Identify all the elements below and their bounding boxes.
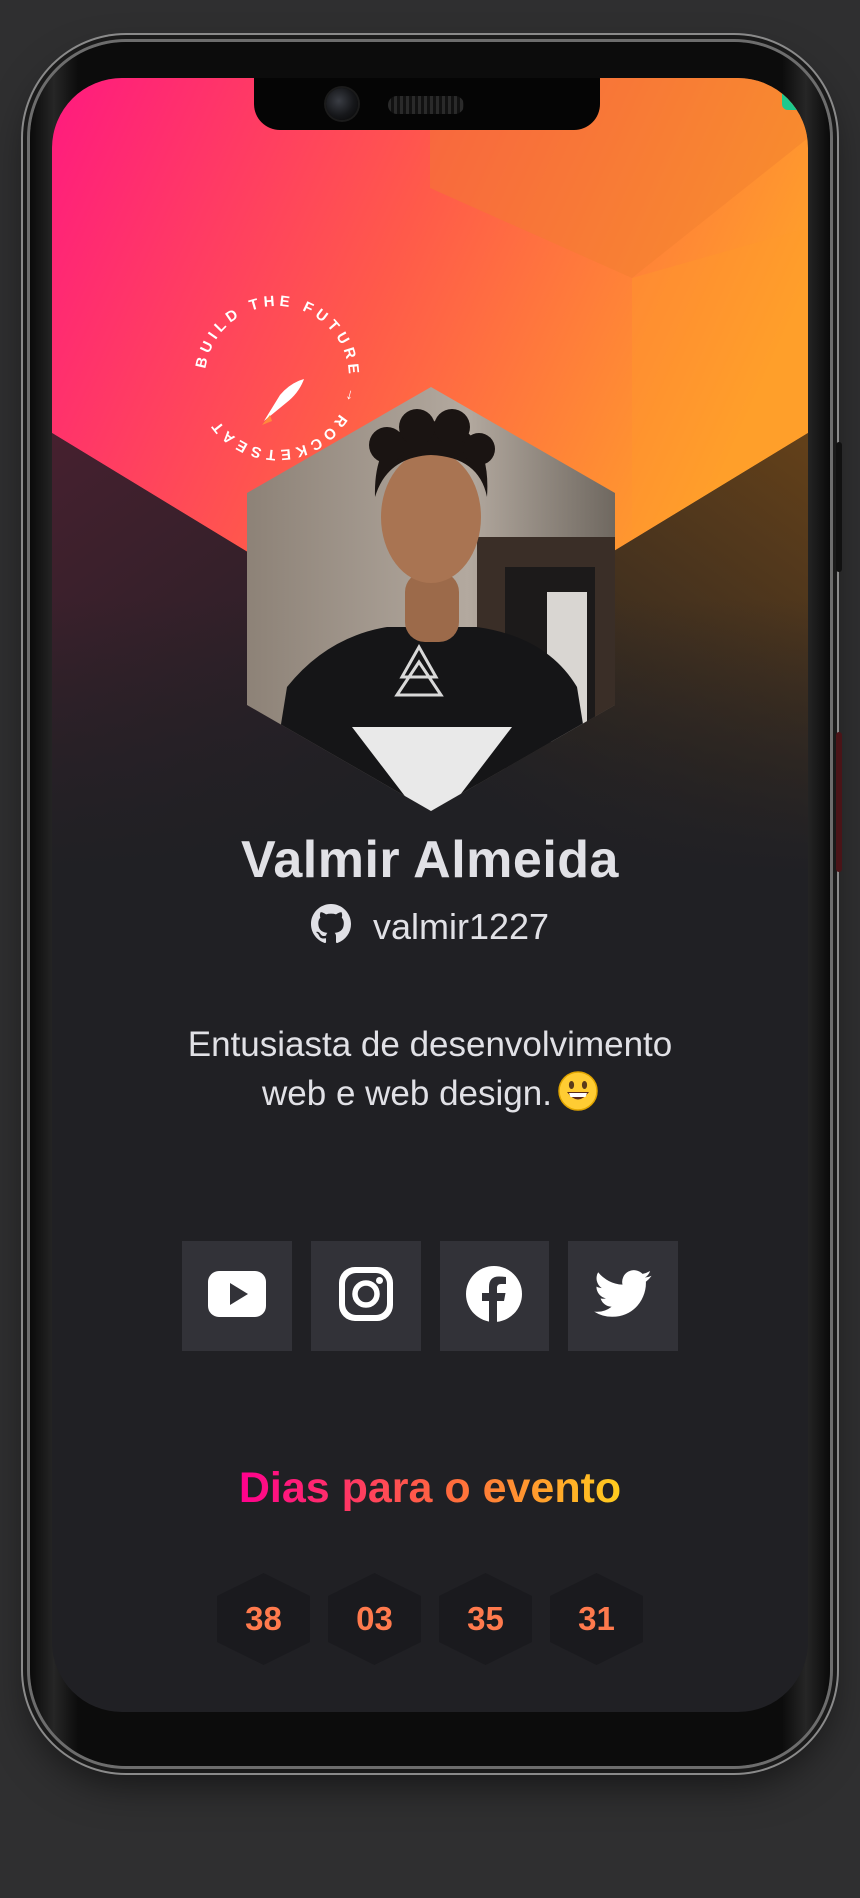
instagram-icon bbox=[337, 1265, 395, 1328]
speaker-grille bbox=[388, 96, 464, 114]
profile-bio: Entusiasta de desenvolvimento web e web … bbox=[172, 1020, 688, 1124]
profile-name: Valmir Almeida bbox=[241, 831, 619, 889]
stamp-text: BUILD THE FUTURE → ROCKETSEAT bbox=[193, 293, 358, 464]
countdown-value: 35 bbox=[467, 1600, 504, 1637]
countdown-days: 38 bbox=[217, 1573, 310, 1665]
phone-screen: BUILD THE FUTURE → ROCKETSEAT Valmir Alm… bbox=[52, 78, 808, 1712]
phone-side-button bbox=[836, 442, 842, 572]
hero-background: BUILD THE FUTURE → ROCKETSEAT bbox=[52, 78, 808, 878]
bio-line-1: Entusiasta de desenvolvimento bbox=[187, 1025, 673, 1064]
phone-side-button bbox=[836, 732, 842, 872]
camera-icon bbox=[326, 88, 358, 120]
smile-emoji-icon bbox=[558, 1071, 598, 1124]
countdown-seconds: 31 bbox=[550, 1573, 643, 1665]
bio-line-2-text: web e web design. bbox=[262, 1074, 552, 1113]
countdown-value: 03 bbox=[356, 1600, 393, 1637]
facebook-icon bbox=[465, 1265, 523, 1328]
phone-notch bbox=[254, 78, 600, 130]
rocketseat-stamp: BUILD THE FUTURE → ROCKETSEAT bbox=[182, 283, 372, 473]
status-indicator bbox=[782, 84, 808, 110]
countdown-value: 31 bbox=[578, 1600, 615, 1637]
svg-text:BUILD THE FUTURE → ROCKETSEAT: BUILD THE FUTURE → ROCKETSEAT bbox=[193, 293, 363, 464]
twitter-button[interactable] bbox=[568, 1241, 678, 1351]
social-links bbox=[182, 1241, 678, 1351]
countdown-title-text: Dias para o evento bbox=[238, 1464, 622, 1512]
countdown-value: 38 bbox=[245, 1600, 282, 1637]
bio-line-2: web e web design. bbox=[172, 1069, 688, 1124]
youtube-button[interactable] bbox=[182, 1241, 292, 1351]
countdown-title: Dias para o evento bbox=[52, 1464, 808, 1513]
github-username: valmir1227 bbox=[372, 905, 550, 947]
youtube-icon bbox=[207, 1270, 266, 1322]
countdown-minutes: 35 bbox=[439, 1573, 532, 1665]
countdown-timer: 38 03 35 31 bbox=[217, 1573, 643, 1665]
github-icon bbox=[310, 904, 351, 949]
instagram-button[interactable] bbox=[310, 1241, 421, 1351]
countdown-hours: 03 bbox=[328, 1573, 421, 1665]
twitter-icon bbox=[594, 1269, 652, 1323]
github-link[interactable]: valmir1227 bbox=[52, 904, 808, 949]
facebook-button[interactable] bbox=[439, 1241, 550, 1351]
phone-frame: BUILD THE FUTURE → ROCKETSEAT Valmir Alm… bbox=[30, 42, 842, 1766]
